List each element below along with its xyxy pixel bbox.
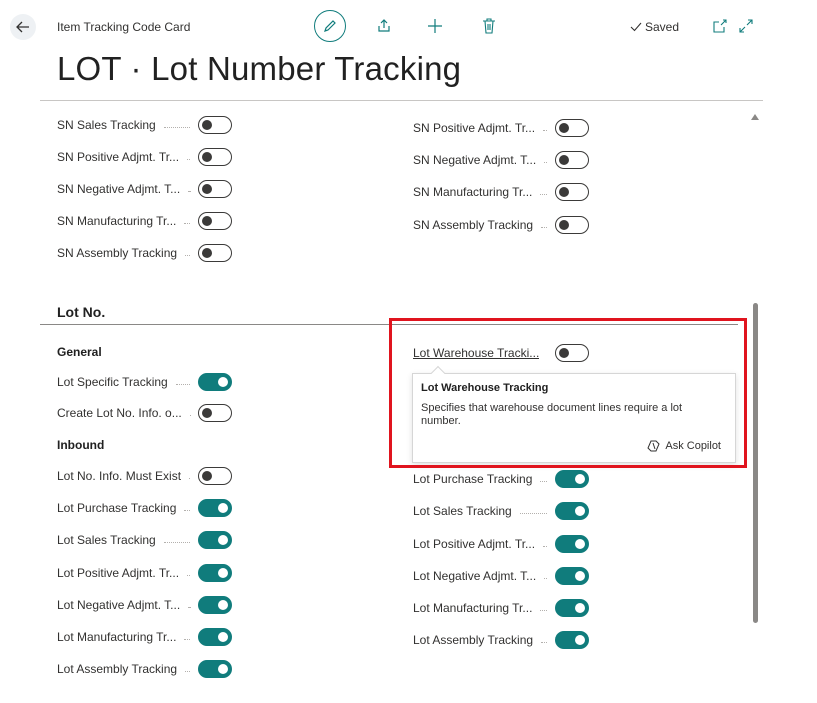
field-lot-warehouse-tracking: Lot Warehouse Tracki... [413,342,589,364]
toggle-switch[interactable] [198,467,232,485]
field-lot-manufacturing: Lot Manufacturing Tr... [57,626,232,648]
field-sn-manufacturing-right: SN Manufacturing Tr... [413,181,589,203]
expand-icon [739,19,753,33]
arrow-left-icon [16,21,29,33]
toggle-switch[interactable] [555,183,589,201]
field-lot-negative-adjmt-right: Lot Negative Adjmt. T... [413,565,589,587]
toggle-switch[interactable] [555,631,589,649]
field-lot-positive-adjmt: Lot Positive Adjmt. Tr... [57,562,232,584]
field-lot-positive-adjmt-right: Lot Positive Adjmt. Tr... [413,533,589,555]
section-title-lot-no[interactable]: Lot No. [57,304,105,320]
field-lot-specific-tracking: Lot Specific Tracking [57,371,232,393]
toggle-switch[interactable] [555,344,589,362]
scroll-up-arrow[interactable] [751,114,759,120]
toggle-switch[interactable] [555,470,589,488]
toggle-switch[interactable] [198,212,232,230]
page-title: LOT · Lot Number Tracking [57,50,462,87]
edit-button[interactable] [314,10,346,42]
copilot-icon [647,440,660,452]
field-sn-negative-adjmt: SN Negative Adjmt. T... [57,178,232,200]
field-create-lot-no-info: Create Lot No. Info. o... [57,402,232,424]
field-sn-assembly-right: SN Assembly Tracking [413,214,589,236]
toggle-switch[interactable] [198,628,232,646]
toggle-switch[interactable] [555,216,589,234]
back-button[interactable] [10,14,36,40]
toggle-switch[interactable] [555,567,589,585]
field-sn-positive-adjmt: SN Positive Adjmt. Tr... [57,146,232,168]
tooltip-title: Lot Warehouse Tracking [421,382,549,394]
toggle-switch[interactable] [198,564,232,582]
ask-copilot-button[interactable]: Ask Copilot [647,439,721,453]
new-button[interactable] [425,16,445,36]
toggle-switch[interactable] [198,404,232,422]
toggle-switch[interactable] [555,535,589,553]
breadcrumb[interactable]: Item Tracking Code Card [57,20,190,34]
open-in-new-icon [713,19,727,33]
toggle-switch[interactable] [555,599,589,617]
toggle-switch[interactable] [198,531,232,549]
toggle-switch[interactable] [555,502,589,520]
field-lot-manufacturing-right: Lot Manufacturing Tr... [413,597,589,619]
field-tooltip: Lot Warehouse Tracking Specifies that wa… [412,365,736,463]
field-sn-manufacturing: SN Manufacturing Tr... [57,210,232,232]
field-sn-positive-adjmt-right: SN Positive Adjmt. Tr... [413,117,589,139]
delete-button[interactable] [479,16,499,36]
field-lot-purchase-tracking: Lot Purchase Tracking [57,497,232,519]
top-bar: Item Tracking Code Card Saved [0,0,817,56]
field-sn-assembly: SN Assembly Tracking [57,242,232,264]
toggle-switch[interactable] [198,116,232,134]
toggle-switch[interactable] [555,119,589,137]
field-label-link[interactable]: Lot Warehouse Tracki... [413,346,539,360]
toggle-switch[interactable] [198,180,232,198]
pencil-icon [324,20,336,32]
field-lot-sales-tracking: Lot Sales Tracking [57,529,232,551]
group-title-inbound: Inbound [57,438,105,452]
check-icon [630,22,642,32]
field-lot-no-info-must-exist: Lot No. Info. Must Exist [57,465,232,487]
share-button[interactable] [374,16,394,36]
toggle-switch[interactable] [198,596,232,614]
field-lot-negative-adjmt: Lot Negative Adjmt. T... [57,594,232,616]
field-lot-purchase-tracking-right: Lot Purchase Tracking [413,468,589,490]
scrollbar-thumb[interactable] [753,303,758,623]
group-title-general: General [57,345,102,359]
saved-status: Saved [630,20,679,34]
share-icon [378,19,390,32]
field-sn-sales-tracking: SN Sales Tracking [57,114,232,136]
section-divider [40,324,738,325]
plus-icon [428,19,442,33]
tooltip-body: Specifies that warehouse document lines … [421,402,683,427]
toggle-switch[interactable] [198,373,232,391]
trash-icon [483,18,495,34]
field-lot-sales-tracking-right: Lot Sales Tracking [413,500,589,522]
toggle-switch[interactable] [198,660,232,678]
field-lot-assembly: Lot Assembly Tracking [57,658,232,680]
ask-copilot-label: Ask Copilot [665,440,721,452]
field-lot-assembly-right: Lot Assembly Tracking [413,629,589,651]
toggle-switch[interactable] [198,499,232,517]
toggle-switch[interactable] [555,151,589,169]
open-new-window-button[interactable] [710,16,730,36]
expand-button[interactable] [736,16,756,36]
field-sn-negative-adjmt-right: SN Negative Adjmt. T... [413,149,589,171]
toggle-switch[interactable] [198,244,232,262]
saved-label: Saved [645,20,680,34]
toggle-switch[interactable] [198,148,232,166]
